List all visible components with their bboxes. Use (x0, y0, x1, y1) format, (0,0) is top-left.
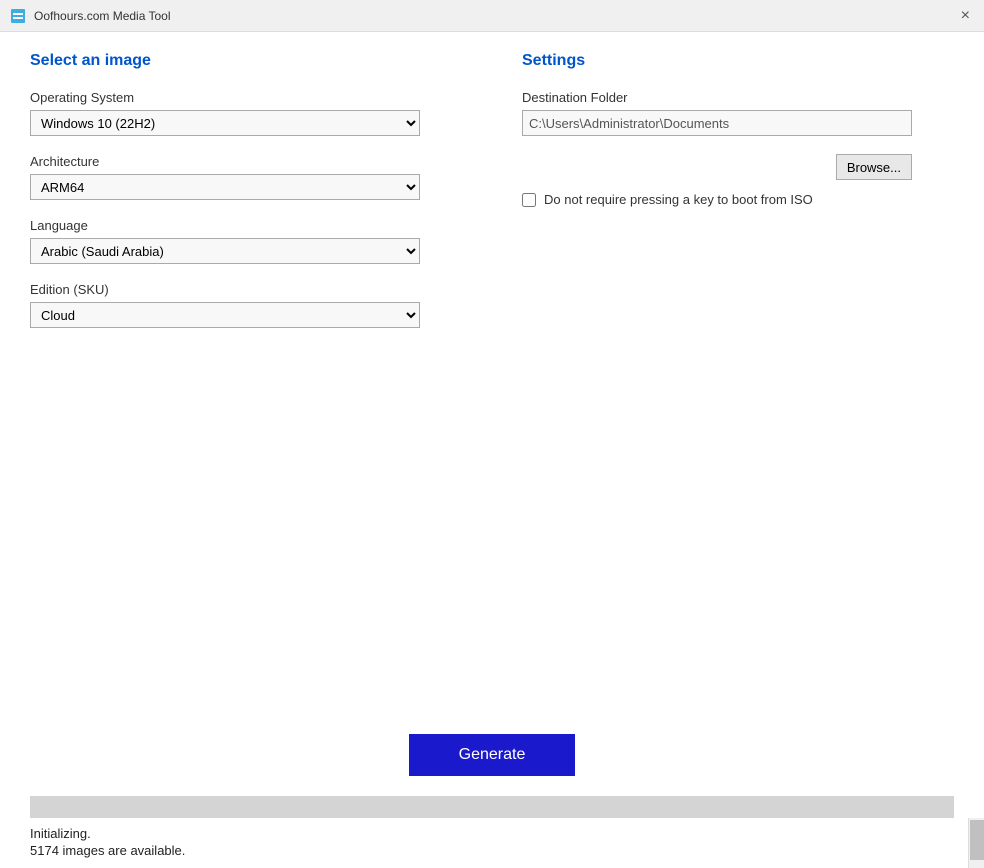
lang-field-group: Language Arabic (Saudi Arabia) English (… (30, 218, 462, 264)
arch-label: Architecture (30, 154, 462, 169)
log-line-2: 5174 images are available. (30, 843, 954, 858)
no-key-label[interactable]: Do not require pressing a key to boot fr… (544, 192, 813, 207)
os-select[interactable]: Windows 10 (22H2) Windows 11 (22H2) Wind… (30, 110, 420, 136)
browse-wrapper: Browse... (522, 154, 912, 180)
settings-heading: Settings (522, 52, 954, 70)
app-icon (10, 8, 26, 24)
edition-select[interactable]: Cloud Home Pro Enterprise Education (30, 302, 420, 328)
left-panel: Select an image Operating System Windows… (30, 52, 502, 684)
dest-folder-input[interactable] (522, 110, 912, 136)
arch-select[interactable]: ARM64 x64 x86 (30, 174, 420, 200)
scrollbar-thumb[interactable] (970, 820, 984, 860)
generate-row: Generate (0, 704, 984, 796)
dest-folder-field-group: Destination Folder (522, 90, 954, 136)
app-title: Oofhours.com Media Tool (34, 9, 171, 23)
title-bar: Oofhours.com Media Tool × (0, 0, 984, 32)
checkbox-row: Do not require pressing a key to boot fr… (522, 192, 954, 207)
right-panel: Settings Destination Folder Browse... Do… (502, 52, 954, 684)
log-line-1: Initializing. (30, 826, 954, 841)
log-area: Initializing. 5174 images are available. (0, 818, 984, 868)
progress-bar-container (30, 796, 954, 818)
generate-button[interactable]: Generate (409, 734, 576, 776)
os-label: Operating System (30, 90, 462, 105)
title-bar-left: Oofhours.com Media Tool (10, 8, 171, 24)
arch-field-group: Architecture ARM64 x64 x86 (30, 154, 462, 200)
os-field-group: Operating System Windows 10 (22H2) Windo… (30, 90, 462, 136)
close-button[interactable]: × (957, 6, 974, 26)
browse-button[interactable]: Browse... (836, 154, 912, 180)
scrollbar-track[interactable] (968, 818, 984, 868)
edition-label: Edition (SKU) (30, 282, 462, 297)
main-content: Select an image Operating System Windows… (0, 32, 984, 704)
select-image-heading: Select an image (30, 52, 462, 70)
lang-label: Language (30, 218, 462, 233)
edition-field-group: Edition (SKU) Cloud Home Pro Enterprise … (30, 282, 462, 328)
bottom-section: Initializing. 5174 images are available. (0, 796, 984, 868)
dest-folder-label: Destination Folder (522, 90, 954, 105)
lang-select[interactable]: Arabic (Saudi Arabia) English (United St… (30, 238, 420, 264)
no-key-checkbox[interactable] (522, 193, 536, 207)
